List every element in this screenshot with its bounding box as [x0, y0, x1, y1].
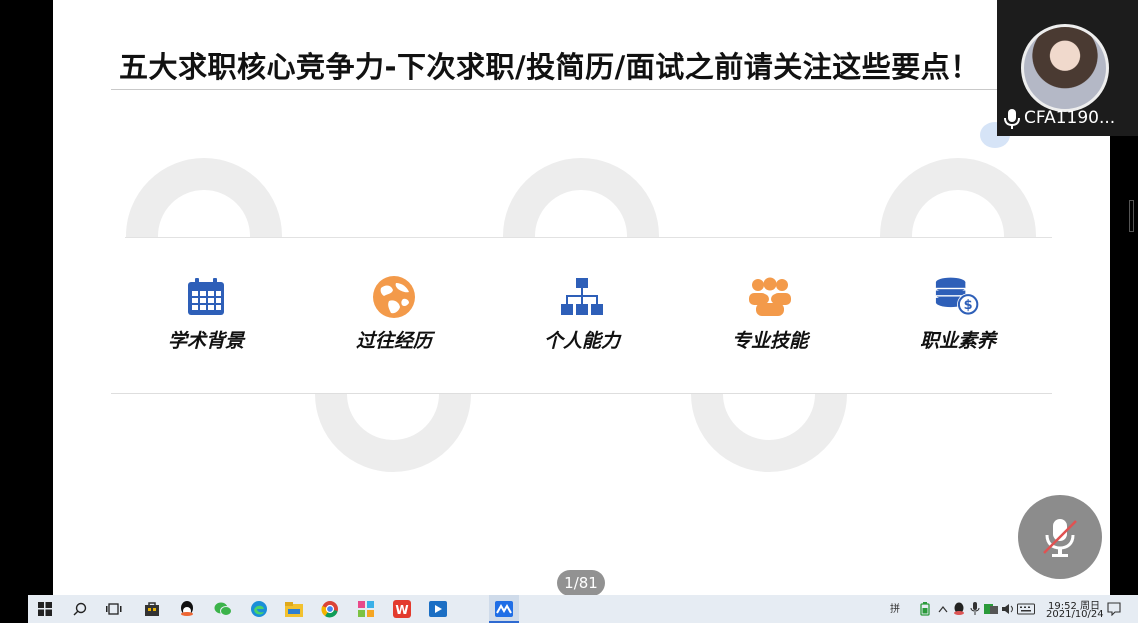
file-explorer-icon[interactable] [284, 599, 304, 619]
meeting-app-icon[interactable] [494, 599, 514, 619]
microphone-icon [1003, 108, 1021, 130]
competency-academic: 学术背景 [131, 274, 281, 353]
microphone-muted-icon [1043, 519, 1077, 557]
page-counter[interactable]: 1/81 [557, 570, 605, 596]
battery-icon[interactable] [915, 599, 935, 619]
keyboard-icon[interactable] [1016, 599, 1036, 619]
qq-icon[interactable] [177, 599, 197, 619]
calendar-icon [183, 274, 229, 320]
competency-experience: 过往经历 [319, 274, 469, 353]
app-grid-icon[interactable] [356, 599, 376, 619]
participant-video-tile[interactable]: CFA1190... [997, 0, 1138, 136]
coin-stack-dollar-icon: $ [935, 274, 981, 320]
search-icon[interactable] [70, 599, 90, 619]
side-handle[interactable] [1129, 200, 1134, 232]
svg-text:W: W [395, 603, 408, 617]
org-chart-icon [559, 274, 605, 320]
taskbar: W 拼 19:52 周日 2021/10/24 [28, 595, 1138, 623]
windows-start-icon[interactable] [35, 599, 55, 619]
participant-name: CFA1190... [1024, 108, 1116, 128]
store-icon[interactable] [142, 599, 162, 619]
wechat-icon[interactable] [213, 599, 233, 619]
slide-title: 五大求职核心竞争力-下次求职/投简历/面试之前请关注这些要点！ [119, 50, 980, 84]
band-bottom-line [111, 393, 1052, 394]
mute-button[interactable] [1018, 495, 1102, 579]
shared-slide: 五大求职核心竞争力-下次求职/投简历/面试之前请关注这些要点！ 学术背景 过往经… [53, 0, 1110, 595]
competency-label: 职业素养 [919, 330, 996, 352]
avatar [1021, 24, 1109, 112]
title-divider [111, 89, 1001, 90]
edge-icon[interactable] [249, 599, 269, 619]
competency-label: 学术背景 [167, 330, 244, 352]
competency-label: 个人能力 [543, 330, 620, 352]
video-player-icon[interactable] [428, 599, 448, 619]
globe-icon [371, 274, 417, 320]
competency-label: 专业技能 [731, 330, 808, 352]
notification-icon[interactable] [1104, 599, 1124, 619]
volume-icon[interactable] [998, 599, 1018, 619]
band-top-line [125, 237, 1052, 238]
clock-date[interactable]: 2021/10/24 [1046, 609, 1104, 620]
wps-icon[interactable]: W [392, 599, 412, 619]
svg-text:$: $ [964, 298, 973, 313]
meeting-screen: 五大求职核心竞争力-下次求职/投简历/面试之前请关注这些要点！ 学术背景 过往经… [0, 0, 1138, 623]
team-icon [747, 274, 793, 320]
chrome-icon[interactable] [320, 599, 340, 619]
competency-label: 过往经历 [355, 330, 432, 352]
competency-ability: 个人能力 [507, 274, 657, 353]
competency-professionalism: $ 职业素养 [883, 274, 1033, 353]
task-view-icon[interactable] [104, 599, 124, 619]
ime-indicator[interactable]: 拼 [890, 600, 900, 615]
competency-skills: 专业技能 [695, 274, 845, 353]
